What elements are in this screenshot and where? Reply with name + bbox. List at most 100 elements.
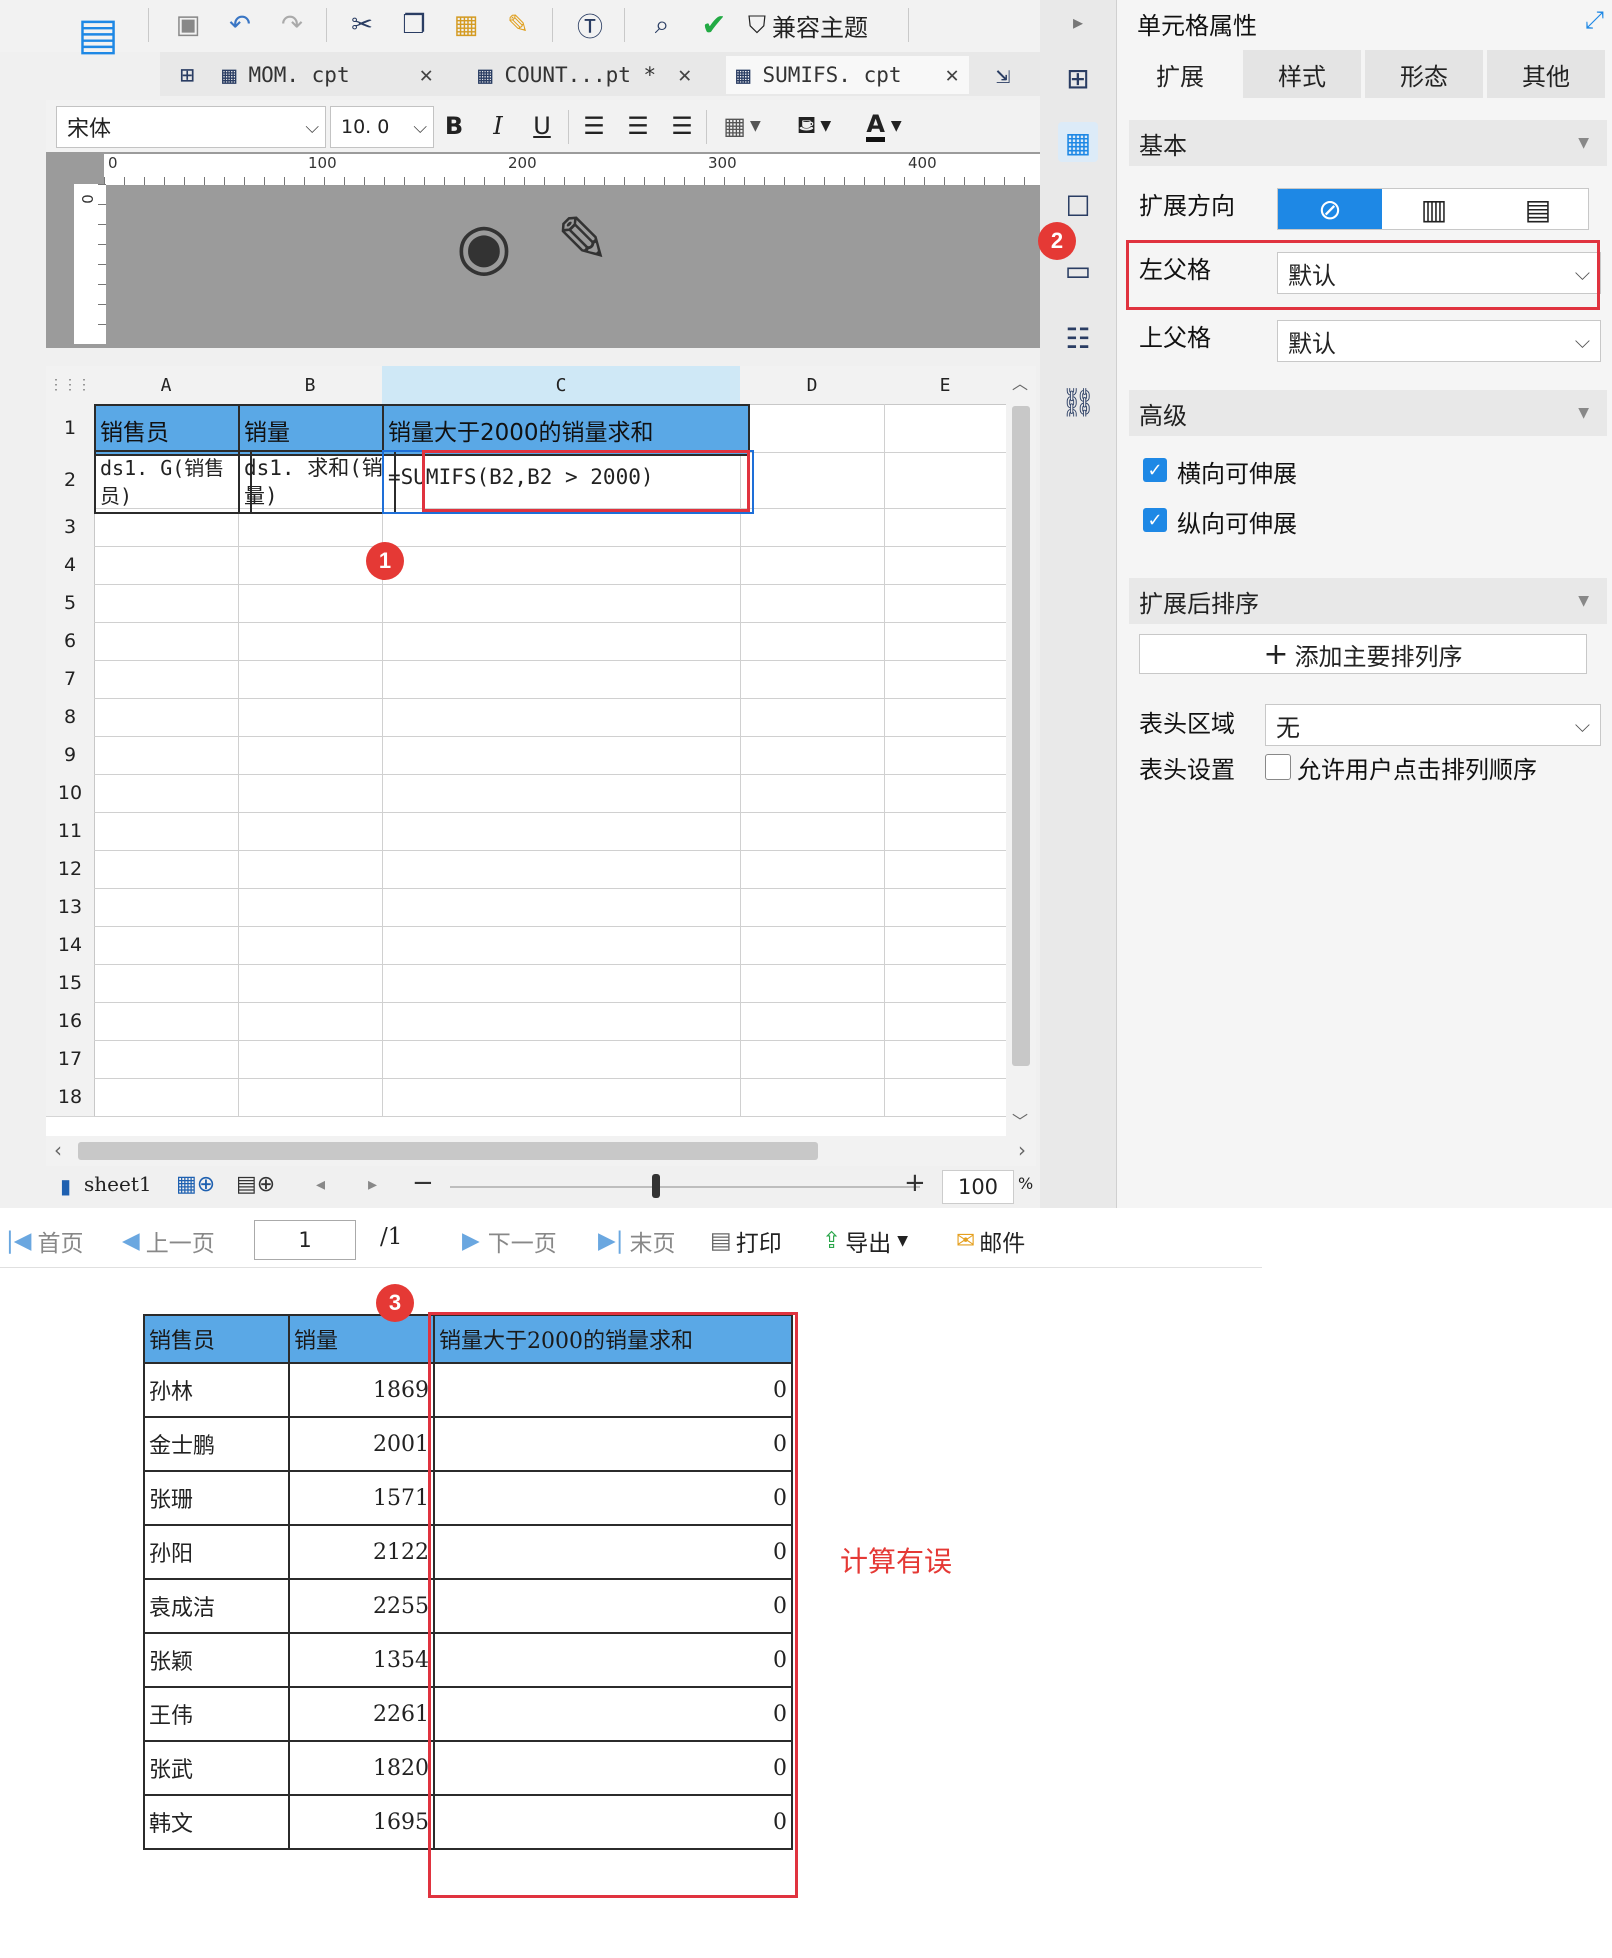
grid-cell[interactable] (884, 584, 1007, 623)
cell-element-icon[interactable]: ☐ (1058, 186, 1098, 226)
grid-cell[interactable] (740, 1078, 885, 1117)
grid-cell[interactable] (94, 698, 239, 737)
align-left-icon[interactable]: ☰ (576, 106, 612, 146)
zoom-slider[interactable] (450, 1186, 920, 1188)
allow-sort-checkbox[interactable] (1265, 754, 1291, 780)
align-right-icon[interactable]: ☰ (664, 106, 700, 146)
grid-cell[interactable] (740, 888, 885, 927)
vertical-expand-icon[interactable]: ▥ (1382, 189, 1486, 229)
grid-cell[interactable] (382, 660, 741, 699)
top-parent-select[interactable]: 默认 ⌵ (1277, 320, 1601, 362)
grid-cell[interactable] (740, 964, 885, 1003)
grid-cell[interactable] (740, 508, 885, 547)
prev-sheet-icon[interactable]: ◂ (316, 1174, 325, 1195)
grid-cell[interactable] (740, 584, 885, 623)
grid-cell[interactable] (94, 850, 239, 889)
grid-cell[interactable] (238, 888, 383, 927)
grid-cell[interactable] (740, 774, 885, 813)
grid-cell[interactable] (382, 1040, 741, 1079)
column-header[interactable]: C (382, 366, 741, 405)
hyperlink-icon[interactable]: ⛓ (1058, 382, 1098, 422)
grid-cell[interactable] (94, 660, 239, 699)
grid-cell[interactable] (884, 546, 1007, 585)
horizontal-expand-icon[interactable]: ▤ (1486, 189, 1590, 229)
grid-cell[interactable] (382, 698, 741, 737)
tab-style[interactable]: 样式 (1243, 50, 1361, 98)
zoom-in-icon[interactable]: + (904, 1168, 926, 1198)
grid-cell[interactable] (94, 622, 239, 661)
collapse-arrow-icon[interactable]: ▸ (1058, 2, 1098, 42)
scroll-down-icon[interactable]: ﹀ (1012, 1108, 1028, 1132)
add-sheet-icon[interactable]: ▦⊕ (176, 1172, 215, 1197)
row-header[interactable]: 12 (46, 850, 95, 889)
add-poly-sheet-icon[interactable]: ▤⊕ (236, 1172, 275, 1197)
grid-cell[interactable] (884, 888, 1007, 927)
grid-cell[interactable] (740, 660, 885, 699)
grid-cell[interactable] (238, 774, 383, 813)
grid-cell[interactable] (238, 926, 383, 965)
v-expand-checkbox[interactable]: ✓ (1143, 508, 1167, 532)
grid-cell[interactable] (884, 622, 1007, 661)
page-number-input[interactable]: 1 (254, 1220, 356, 1260)
zoom-input[interactable]: 100 (942, 1170, 1014, 1204)
sheet-tab[interactable]: sheet1 (84, 1172, 152, 1196)
grid-cell[interactable] (238, 622, 383, 661)
close-icon[interactable]: ✕ (946, 63, 959, 88)
tab-count[interactable]: ▦ COUNT...pt * ✕ (478, 56, 691, 94)
grid-icon[interactable]: ⊞ (180, 56, 206, 94)
grid-cell[interactable] (884, 660, 1007, 699)
row-header[interactable]: 3 (46, 508, 95, 547)
row-header[interactable]: 9 (46, 736, 95, 775)
section-advanced[interactable]: 高级 ▼ (1129, 390, 1607, 436)
cell-b2[interactable]: ds1. 求和(销量) (238, 450, 396, 514)
grid-cell[interactable] (740, 622, 885, 661)
grid-cell[interactable] (884, 508, 1007, 547)
grid-cell[interactable] (94, 1078, 239, 1117)
grid-cell[interactable] (740, 452, 885, 509)
cell-b1[interactable]: 销量 (238, 404, 392, 456)
tab-expand[interactable]: 扩展 (1121, 50, 1239, 98)
row-header[interactable]: 16 (46, 1002, 95, 1041)
underline-button[interactable]: U (524, 106, 560, 146)
horizontal-scrollbar[interactable]: ‹ › (46, 1136, 1036, 1166)
scroll-thumb[interactable] (1012, 406, 1030, 1066)
select-all-corner[interactable]: ⋮⋮⋮ (46, 366, 95, 405)
grid-cell[interactable] (94, 888, 239, 927)
grid-cell[interactable] (382, 1078, 741, 1117)
grid-cell[interactable] (884, 1002, 1007, 1041)
print-button[interactable]: ▤ 打印 (710, 1224, 782, 1258)
grid-cell[interactable] (94, 1040, 239, 1079)
grid-cell[interactable] (740, 926, 885, 965)
grid-cell[interactable] (884, 1040, 1007, 1079)
grid-cell[interactable] (94, 736, 239, 775)
grid-cell[interactable] (884, 926, 1007, 965)
scroll-thumb[interactable] (78, 1142, 818, 1160)
grid-cell[interactable] (382, 964, 741, 1003)
grid-cell[interactable] (238, 660, 383, 699)
grid-cell[interactable] (382, 622, 741, 661)
grid-cell[interactable] (382, 736, 741, 775)
row-header[interactable]: 1 (46, 404, 95, 453)
tab-sumifs[interactable]: ▦ SUMIFS. cpt ✕ (726, 56, 969, 94)
first-page-button[interactable]: |◀ 首页 (6, 1224, 83, 1258)
grid-cell[interactable] (382, 774, 741, 813)
grid-cell[interactable] (740, 698, 885, 737)
section-sort[interactable]: 扩展后排序 ▼ (1129, 578, 1607, 624)
italic-button[interactable]: I (480, 106, 516, 146)
grid-cell[interactable] (740, 850, 885, 889)
row-header[interactable]: 2 (46, 452, 95, 509)
column-header[interactable]: A (94, 366, 239, 405)
grid-cell[interactable] (238, 546, 383, 585)
fill-color-icon[interactable]: ⛾ ▼ (784, 106, 844, 146)
no-expand-icon[interactable]: ⊘ (1278, 189, 1382, 229)
grid-cell[interactable] (238, 1002, 383, 1041)
mail-button[interactable]: ✉ 邮件 (956, 1224, 1025, 1258)
row-header[interactable]: 4 (46, 546, 95, 585)
bold-button[interactable]: B (436, 106, 472, 146)
grid-cell[interactable] (382, 926, 741, 965)
format-brush-icon[interactable]: ✎ (500, 6, 536, 44)
tab-menu-icon[interactable]: ⇲ (996, 56, 1022, 94)
grid-cell[interactable] (238, 812, 383, 851)
section-basic[interactable]: 基本 ▼ (1129, 120, 1607, 166)
zoom-out-icon[interactable]: − (412, 1168, 434, 1198)
